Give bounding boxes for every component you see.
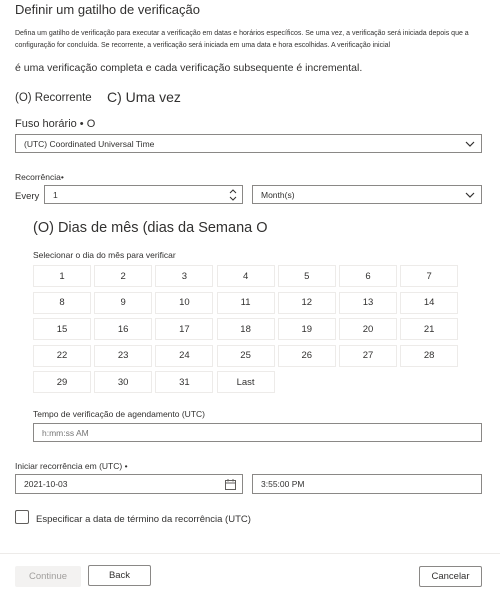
day-cell-1[interactable]: 1 (33, 265, 91, 287)
interval-value: 1 (53, 189, 58, 200)
day-cell-16[interactable]: 16 (94, 318, 153, 340)
day-cell-20[interactable]: 20 (339, 318, 397, 340)
day-cell-30[interactable]: 30 (94, 371, 153, 393)
day-cell-19[interactable]: 19 (277, 318, 336, 340)
day-cell-29[interactable]: 29 (33, 371, 91, 393)
day-cell-2[interactable]: 2 (94, 265, 153, 287)
unit-value: Month(s) (261, 189, 295, 200)
day-cell-7[interactable]: 7 (400, 265, 459, 287)
spinner-arrows-icon[interactable] (229, 188, 237, 202)
timezone-value: (UTC) Coordinated Universal Time (24, 138, 155, 149)
unit-dropdown[interactable]: Month(s) (252, 185, 482, 204)
start-label: Iniciar recorrência em (UTC) • (15, 461, 128, 471)
day-cell-24[interactable]: 24 (155, 344, 214, 367)
start-time-field[interactable]: 3:55:00 PM (252, 474, 482, 494)
interval-spinner[interactable]: 1 (44, 185, 243, 204)
day-cell-25[interactable]: 25 (216, 344, 275, 367)
day-cell-last[interactable]: Last (216, 371, 275, 393)
day-cell-31[interactable]: 31 (155, 371, 214, 393)
day-picker-label: Selecionar o dia do mês para verificar (33, 250, 176, 260)
start-date-field[interactable]: 2021-10-03 (15, 474, 243, 494)
footer-divider (0, 553, 500, 554)
day-cell-21[interactable]: 21 (400, 318, 459, 340)
day-cell-13[interactable]: 13 (339, 291, 397, 314)
schedule-time-label: Tempo de verificação de agendamento (UTC… (33, 409, 205, 419)
day-cell-22[interactable]: 22 (33, 344, 91, 367)
start-date-value: 2021-10-03 (24, 479, 68, 489)
dialog-title: Definir um gatilho de verificação (15, 2, 200, 17)
end-date-checkbox[interactable] (15, 510, 29, 524)
timezone-dropdown[interactable]: (UTC) Coordinated Universal Time (15, 134, 482, 153)
radio-once[interactable]: C) Uma vez (107, 89, 181, 105)
day-cell-4[interactable]: 4 (216, 265, 275, 287)
day-cell-6[interactable]: 6 (339, 265, 397, 287)
radio-recurring[interactable]: (O) Recorrente (15, 92, 92, 104)
day-cell-18[interactable]: 18 (216, 318, 275, 340)
day-cell-26[interactable]: 26 (277, 344, 336, 367)
day-cell-28[interactable]: 28 (400, 344, 459, 367)
end-date-label: Especificar a data de término da recorrê… (36, 514, 251, 525)
schedule-time-input[interactable] (33, 423, 482, 442)
dialog-description-tail: é uma verificação completa e cada verifi… (15, 62, 363, 74)
every-label: Every (15, 191, 40, 202)
continue-button[interactable]: Continue (15, 566, 81, 587)
dialog-description: Defina um gatilho de verificação para ex… (15, 30, 469, 49)
chevron-down-icon (465, 192, 475, 198)
day-cell-27[interactable]: 27 (339, 344, 397, 367)
recurrence-label: Recorrência• (15, 172, 64, 182)
day-cell-17[interactable]: 17 (155, 318, 214, 340)
day-cell-11[interactable]: 11 (216, 291, 275, 314)
calendar-icon[interactable] (225, 479, 236, 490)
day-cell-8[interactable]: 8 (33, 291, 91, 314)
day-cell-12[interactable]: 12 (277, 291, 336, 314)
day-cell-10[interactable]: 10 (155, 291, 214, 314)
day-cell-23[interactable]: 23 (94, 344, 153, 367)
day-cell-3[interactable]: 3 (155, 265, 214, 287)
day-cell-5[interactable]: 5 (277, 265, 336, 287)
chevron-down-icon (465, 141, 475, 147)
back-button[interactable]: Back (88, 565, 151, 586)
day-cell-14[interactable]: 14 (400, 291, 459, 314)
day-cell-15[interactable]: 15 (33, 318, 91, 340)
cancel-button[interactable]: Cancelar (419, 566, 482, 587)
timezone-label: Fuso horário • O (15, 118, 96, 130)
day-mode-options[interactable]: (O) Dias de mês (dias da Semana O (33, 220, 268, 236)
day-cell-9[interactable]: 9 (94, 291, 153, 314)
start-time-value: 3:55:00 PM (261, 479, 305, 489)
